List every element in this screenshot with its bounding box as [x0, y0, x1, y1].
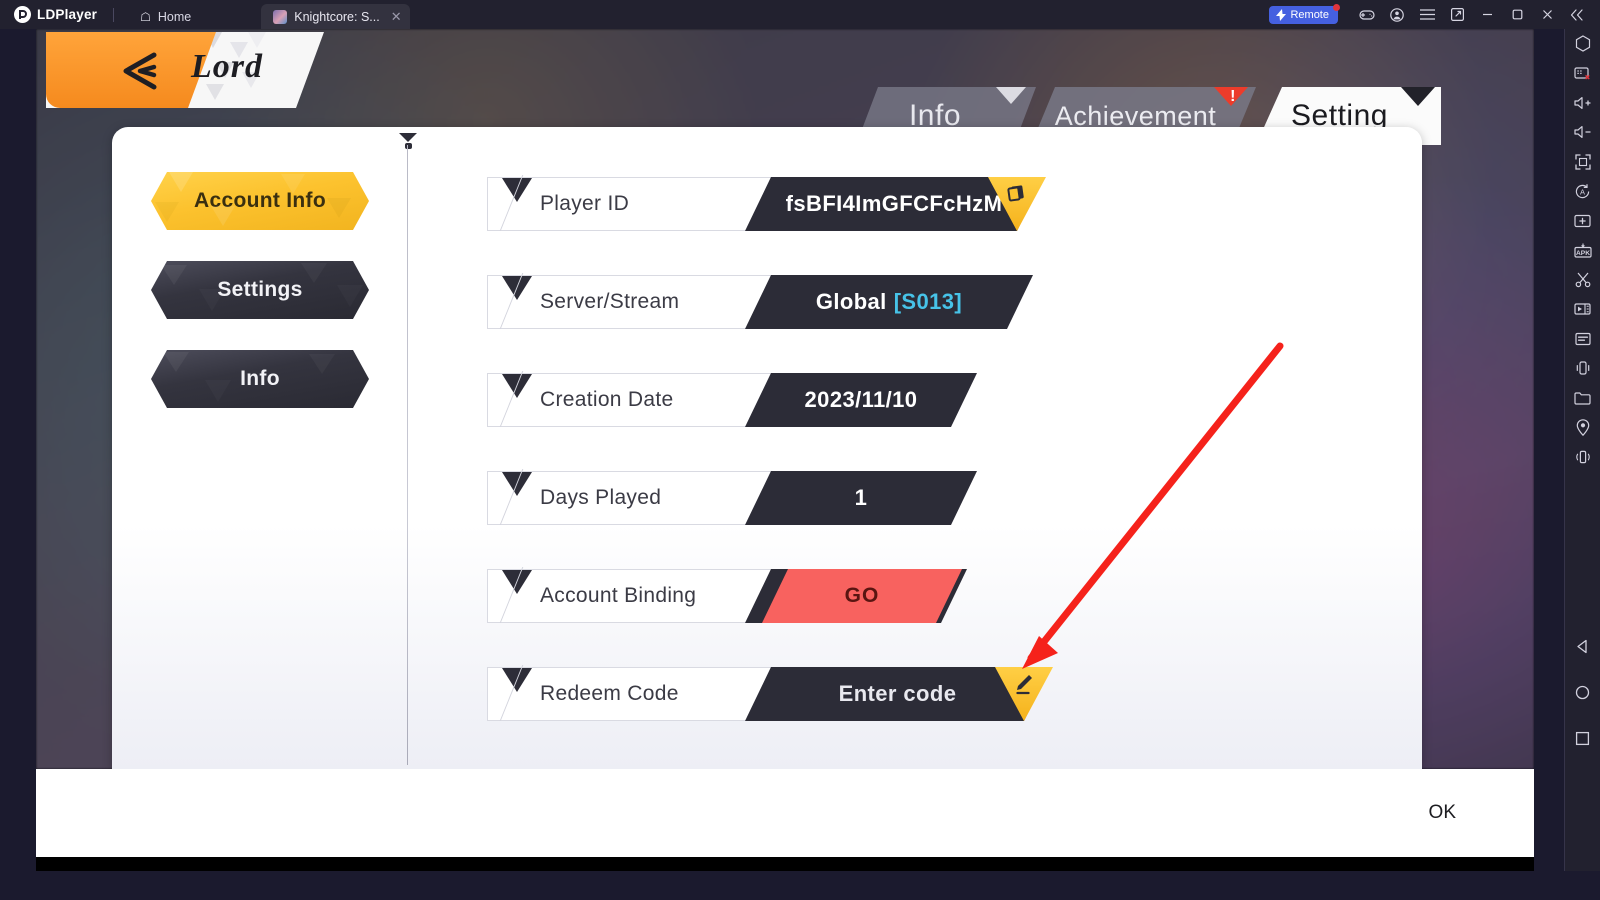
- panel-menu: Account Info Settings Info: [151, 172, 369, 439]
- row-label-text: Redeem Code: [540, 682, 679, 705]
- row-label-text: Days Played: [540, 486, 662, 509]
- row-label: Creation Date: [474, 371, 777, 427]
- vibrate-icon[interactable]: [1565, 442, 1600, 472]
- row-label: Account Binding: [474, 567, 777, 623]
- row-label: Days Played: [474, 469, 777, 525]
- tab-notch-icon: [996, 87, 1026, 104]
- achievement-badge: !: [1230, 88, 1236, 105]
- tab-home[interactable]: ☖ Home: [128, 4, 203, 29]
- close-window-icon[interactable]: [1532, 0, 1562, 29]
- creation-date-value: 2023/11/10: [745, 373, 977, 427]
- video-record-icon[interactable]: [1565, 295, 1600, 325]
- server-name-text: Global: [815, 289, 887, 314]
- install-apk-icon[interactable]: APK: [1565, 236, 1600, 266]
- fullscreen-icon[interactable]: [1565, 147, 1600, 177]
- divider: [113, 7, 115, 22]
- fullscreen-icon[interactable]: [1442, 0, 1472, 29]
- panel-divider: [407, 145, 408, 765]
- server-stream-value: Global [S013]: [745, 275, 1033, 329]
- days-played-value: 1: [745, 471, 977, 525]
- script-icon[interactable]: [1565, 324, 1600, 354]
- svg-text:A: A: [1580, 187, 1585, 196]
- row-label: Player ID: [474, 175, 777, 231]
- server-id-text: [S013]: [893, 289, 963, 314]
- rotate-auto-icon[interactable]: A: [1565, 177, 1600, 207]
- button-facets: [151, 350, 369, 408]
- close-icon[interactable]: ✕: [391, 9, 402, 25]
- lord-crest-icon: [116, 52, 158, 92]
- button-facets: [151, 261, 369, 319]
- menu-item-account-info[interactable]: Account Info: [151, 172, 369, 230]
- bottom-bar: OK: [36, 769, 1534, 857]
- add-screen-icon[interactable]: [1565, 206, 1600, 236]
- player-id-text: fsBFI4ImGFCFcHzM: [785, 191, 1003, 216]
- svg-text:APK: APK: [1576, 250, 1590, 257]
- ldplayer-logo-icon: [14, 6, 31, 23]
- remote-button[interactable]: Remote: [1269, 3, 1340, 24]
- screenshot-off-icon[interactable]: [1565, 59, 1600, 89]
- brand-name: LDPlayer: [37, 7, 98, 22]
- row-slash-icon: [474, 273, 524, 329]
- creation-date-text: 2023/11/10: [804, 387, 918, 412]
- window-controls: Remote: [1269, 0, 1600, 29]
- back-icon[interactable]: [1565, 623, 1600, 669]
- tool-rail: A APK: [1564, 29, 1600, 871]
- menu-icon[interactable]: [1412, 0, 1442, 29]
- row-slash-icon: [474, 665, 524, 721]
- redeem-code-placeholder: Enter code: [838, 681, 957, 706]
- shake-icon[interactable]: [1565, 354, 1600, 384]
- scissors-icon[interactable]: [1565, 265, 1600, 295]
- divider-ornament-icon: [399, 133, 417, 151]
- maximize-icon[interactable]: [1502, 0, 1532, 29]
- brand: LDPlayer: [0, 6, 97, 23]
- row-slash-icon: [474, 371, 524, 427]
- remote-label: Remote: [1290, 8, 1329, 21]
- screen: LDPlayer ☖ Home Knightcore: S... ✕ Remot…: [0, 0, 1600, 900]
- game-favicon-icon: [273, 9, 288, 24]
- account-binding-go-button[interactable]: GO: [762, 569, 962, 623]
- home-circle-icon[interactable]: [1565, 669, 1600, 715]
- tab-knightcore[interactable]: Knightcore: S... ✕: [261, 4, 410, 29]
- row-label-text: Player ID: [540, 192, 630, 215]
- row-label-text: Server/Stream: [540, 290, 680, 313]
- row-slash-icon: [474, 469, 524, 525]
- menu-item-settings[interactable]: Settings: [151, 261, 369, 319]
- go-label: GO: [844, 584, 880, 607]
- folder-icon[interactable]: [1565, 383, 1600, 413]
- tab-knightcore-label: Knightcore: S...: [294, 9, 380, 24]
- hexagon-icon[interactable]: [1565, 29, 1600, 59]
- volume-up-icon[interactable]: [1565, 88, 1600, 118]
- setting-panel: Account Info Settings Info Player ID fsB…: [112, 127, 1422, 769]
- menu-item-info[interactable]: Info: [151, 350, 369, 408]
- notification-dot: [1333, 3, 1340, 11]
- days-played-text: 1: [854, 485, 868, 510]
- row-label: Redeem Code: [474, 665, 777, 721]
- account-icon[interactable]: [1382, 0, 1412, 29]
- button-facets: [151, 172, 369, 230]
- row-label: Server/Stream: [474, 273, 777, 329]
- tab-notch-dark-icon: [1401, 87, 1435, 106]
- volume-down-icon[interactable]: [1565, 118, 1600, 148]
- ldplayer-titlebar: LDPlayer ☖ Home Knightcore: S... ✕ Remot…: [0, 0, 1600, 29]
- lord-banner-title: Lord: [191, 48, 263, 85]
- collapse-icon[interactable]: [1562, 0, 1592, 29]
- bottom-letterbox: [36, 857, 1534, 871]
- row-slash-icon: [474, 175, 524, 231]
- lord-banner: Lord: [46, 32, 324, 110]
- home-icon: ☖: [140, 9, 151, 24]
- row-label-text: Creation Date: [540, 388, 674, 411]
- location-icon[interactable]: [1565, 413, 1600, 443]
- bolt-icon: [1276, 8, 1287, 21]
- row-slash-icon: [474, 567, 524, 623]
- row-label-text: Account Binding: [540, 584, 697, 607]
- ok-button[interactable]: OK: [1429, 802, 1456, 824]
- emulator-viewport: Lord Info ! Achievement Setting Account …: [36, 29, 1534, 871]
- recents-square-icon[interactable]: [1565, 715, 1600, 761]
- tab-home-label: Home: [157, 9, 192, 24]
- minimize-icon[interactable]: [1472, 0, 1502, 29]
- gamepad-icon[interactable]: [1352, 0, 1382, 29]
